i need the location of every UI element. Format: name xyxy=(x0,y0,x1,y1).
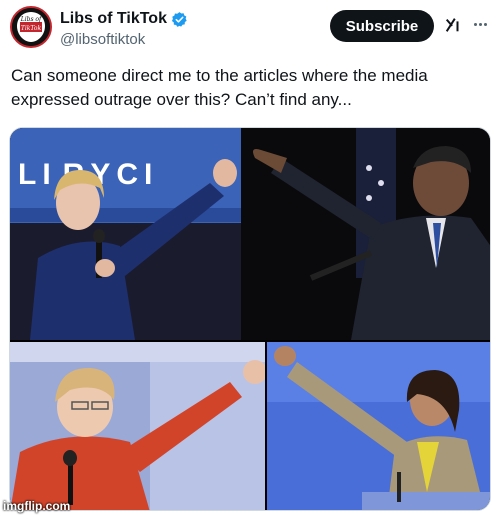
svg-text:TikTok: TikTok xyxy=(21,25,42,32)
subscribe-button[interactable]: Subscribe xyxy=(330,10,434,42)
grok-icon[interactable] xyxy=(444,16,462,34)
media-image[interactable]: L I R Y C I xyxy=(9,127,491,511)
tweet-header: Libs of TikTok Libs of TikTok @libsoftik… xyxy=(0,0,500,60)
more-options-icon[interactable] xyxy=(470,14,490,34)
photo-panel-bottom-right xyxy=(267,342,490,510)
display-name[interactable]: Libs of TikTok xyxy=(60,10,167,28)
tweet-text: Can someone direct me to the articles wh… xyxy=(11,66,428,109)
name-row: Libs of TikTok xyxy=(60,9,188,29)
svg-text:Libs of: Libs of xyxy=(20,16,43,23)
avatar-logo: Libs of TikTok xyxy=(12,8,50,46)
handle[interactable]: @libsoftiktok xyxy=(60,31,145,48)
verified-badge-icon xyxy=(171,11,187,27)
avatar[interactable]: Libs of TikTok xyxy=(10,6,52,48)
photo-panel-top-left: L I R Y C I xyxy=(10,128,241,340)
photo-panel-top-right xyxy=(241,128,490,340)
watermark: imgflip.com xyxy=(3,499,71,513)
photo-panel-bottom-left xyxy=(10,342,265,510)
